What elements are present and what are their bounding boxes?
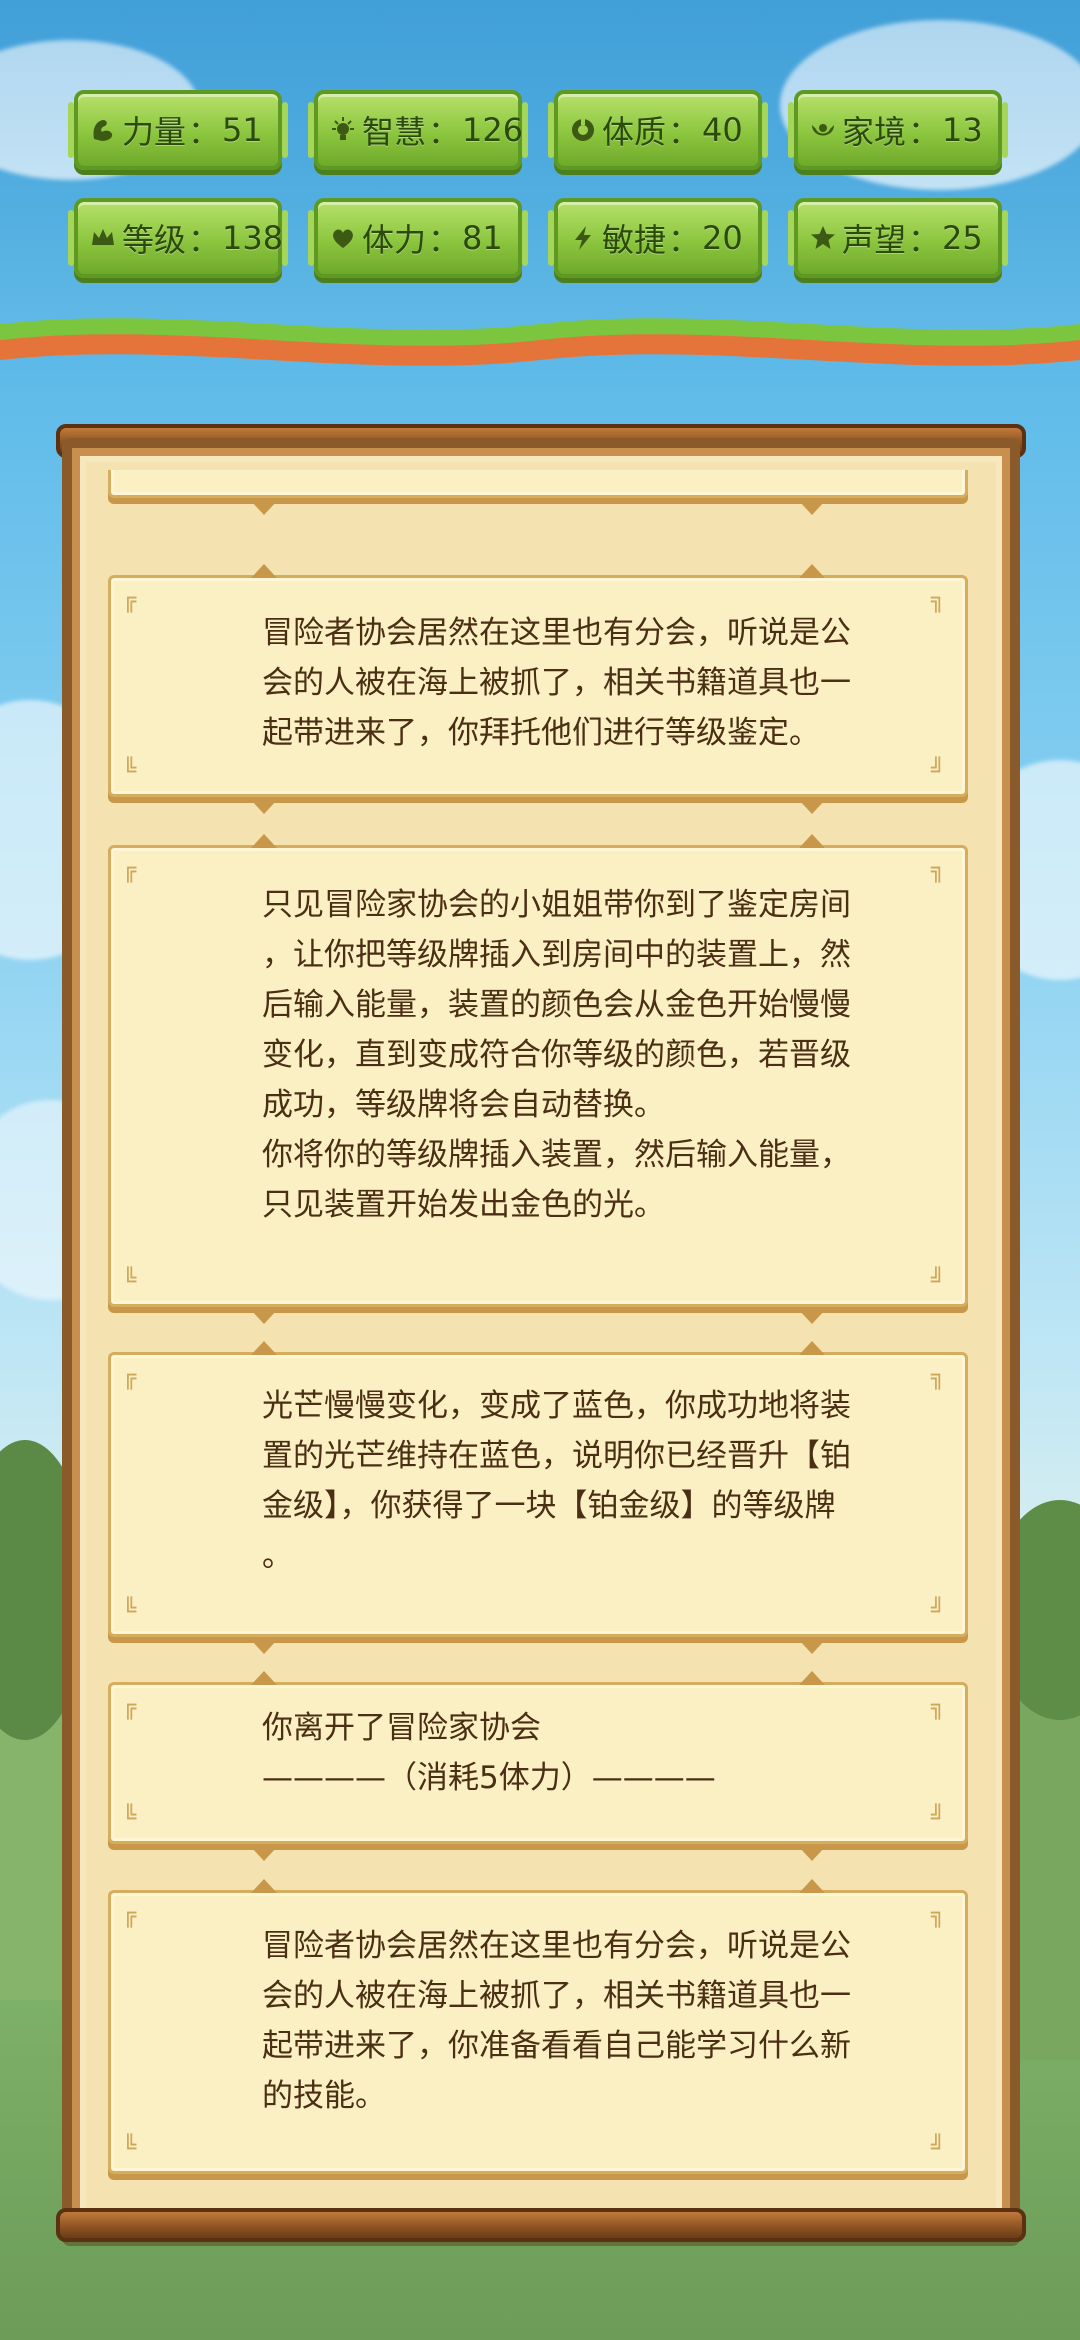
stat-separator: ： [188, 221, 221, 259]
corner-ornament: ╗ [931, 588, 945, 613]
stat-reputation: 声望： 25 [788, 198, 1008, 278]
corner-ornament: ╝ [931, 758, 945, 783]
stat-value: 51 [222, 111, 263, 149]
corner-ornament: ╚ [123, 2135, 137, 2160]
card-notch [799, 1341, 825, 1355]
card-notch [251, 564, 277, 578]
log-entry-text: 光芒慢慢变化，变成了蓝色，你成功地将装 置的光芒维持在蓝色，说明你已经晋升【铂 … [262, 1388, 851, 1574]
stats-panel: 力量： 51 智慧： 126 体质： 40 家境： 13 等级： 138 体力： 81 敏捷… [0, 0, 1080, 340]
card-notch [799, 1671, 825, 1685]
strength-arm-icon [93, 120, 113, 141]
corner-ornament: ╝ [931, 1268, 945, 1293]
card-notch [251, 1879, 277, 1893]
log-entry: ╔ ╗ ╚ ╝ 冒险者协会居然在这里也有分会，听说是公 会的人被在海上被抓了，相… [108, 1879, 968, 2174]
card-notch [799, 1640, 825, 1654]
corner-ornament: ╗ [931, 1695, 945, 1720]
stat-separator: ： [428, 113, 461, 151]
stat-value: 13 [942, 111, 983, 149]
log-entry [108, 470, 968, 515]
corner-ornament: ╗ [931, 1903, 945, 1928]
stat-label: 体质 [602, 113, 667, 151]
card-notch [251, 1640, 277, 1654]
corner-ornament: ╚ [123, 758, 137, 783]
card-notch [251, 1310, 277, 1324]
log-entry: ╔ ╗ ╚ ╝ 冒险者协会居然在这里也有分会，听说是公 会的人被在海上被抓了，相… [108, 564, 968, 814]
stat-family: 家境： 13 [788, 90, 1008, 170]
corner-ornament: ╔ [123, 1903, 137, 1928]
stat-label: 家境 [842, 113, 907, 151]
card-notch [799, 800, 825, 814]
card-notch [251, 1847, 277, 1861]
stat-agility: 敏捷： 20 [548, 198, 768, 278]
stat-level: 等级： 138 [68, 198, 288, 278]
stat-separator: ： [188, 113, 221, 151]
family-icon [812, 124, 834, 136]
card-notch [251, 834, 277, 848]
stat-label: 敏捷 [602, 221, 667, 259]
stat-stamina: 体力： 81 [308, 198, 528, 278]
card-notch [799, 501, 825, 515]
card-notch [251, 501, 277, 515]
lightbulb-icon [332, 117, 354, 140]
stat-separator: ： [668, 113, 701, 151]
stat-constitution: 体质： 40 [548, 90, 768, 170]
stat-value: 20 [702, 219, 743, 257]
log-entry: ╔ ╗ ╚ ╝ 你离开了冒险家协会 ————（消耗5体力）———— [108, 1671, 968, 1861]
log-entry-text: 你离开了冒险家协会 ————（消耗5体力）———— [262, 1710, 716, 1796]
stat-value: 40 [702, 111, 743, 149]
corner-ornament: ╝ [931, 1805, 945, 1830]
card-notch [799, 1847, 825, 1861]
stat-value: 25 [942, 219, 983, 257]
stat-separator: ： [668, 221, 701, 259]
log-entry: ╔ ╗ ╚ ╝ 只见冒险家协会的小姐姐带你到了鉴定房间 ，让你把等级牌插入到房间… [108, 834, 968, 1324]
card-notch [799, 1879, 825, 1893]
corner-ornament: ╗ [931, 858, 945, 883]
stat-label: 体力 [362, 221, 427, 259]
lightning-icon [575, 226, 591, 250]
card-notch [799, 834, 825, 848]
stat-wisdom: 智慧： 126 [308, 90, 528, 170]
stat-label: 声望 [842, 221, 907, 259]
corner-ornament: ╚ [123, 1268, 137, 1293]
card-notch [799, 1310, 825, 1324]
stat-separator: ： [908, 113, 941, 151]
corner-ornament: ╔ [123, 1365, 137, 1390]
card-notch [251, 1341, 277, 1355]
corner-ornament: ╚ [123, 1598, 137, 1623]
stat-label: 智慧 [362, 113, 427, 151]
corner-ornament: ╔ [123, 858, 137, 883]
card-notch [251, 1671, 277, 1685]
stat-separator: ： [908, 221, 941, 259]
corner-ornament: ╔ [123, 588, 137, 613]
star-icon [811, 226, 835, 249]
corner-ornament: ╚ [123, 1805, 137, 1830]
log-entry-text: 冒险者协会居然在这里也有分会，听说是公 会的人被在海上被抓了，相关书籍道具也一 … [262, 615, 851, 751]
stat-value: 126 [462, 111, 524, 149]
stat-value: 81 [462, 219, 503, 257]
log-entry: ╔ ╗ ╚ ╝ 光芒慢慢变化，变成了蓝色，你成功地将装 置的光芒维持在蓝色，说明… [108, 1341, 968, 1654]
header-wave-divider [0, 318, 1080, 366]
stat-label: 等级 [122, 221, 187, 259]
corner-ornament: ╔ [123, 1695, 137, 1720]
stat-separator: ： [428, 221, 461, 259]
log-entry-text: 冒险者协会居然在这里也有分会，听说是公 会的人被在海上被抓了，相关书籍道具也一 … [262, 1928, 851, 2114]
card-notch [251, 800, 277, 814]
scroll-bottom-rod [56, 2208, 1026, 2242]
stat-strength: 力量： 51 [68, 90, 288, 170]
stat-label: 力量 [122, 113, 187, 151]
corner-ornament: ╝ [931, 1598, 945, 1623]
story-log[interactable]: ╔ ╗ ╚ ╝ 冒险者协会居然在这里也有分会，听说是公 会的人被在海上被抓了，相… [92, 470, 990, 2190]
corner-ornament: ╝ [931, 2135, 945, 2160]
stat-value: 138 [222, 219, 284, 257]
crown-icon [92, 229, 114, 245]
heart-icon [333, 229, 353, 248]
card-notch [799, 564, 825, 578]
constitution-ring-icon [572, 118, 594, 141]
corner-ornament: ╗ [931, 1365, 945, 1390]
log-entry-text: 只见冒险家协会的小姐姐带你到了鉴定房间 ，让你把等级牌插入到房间中的装置上，然 … [262, 887, 851, 1223]
